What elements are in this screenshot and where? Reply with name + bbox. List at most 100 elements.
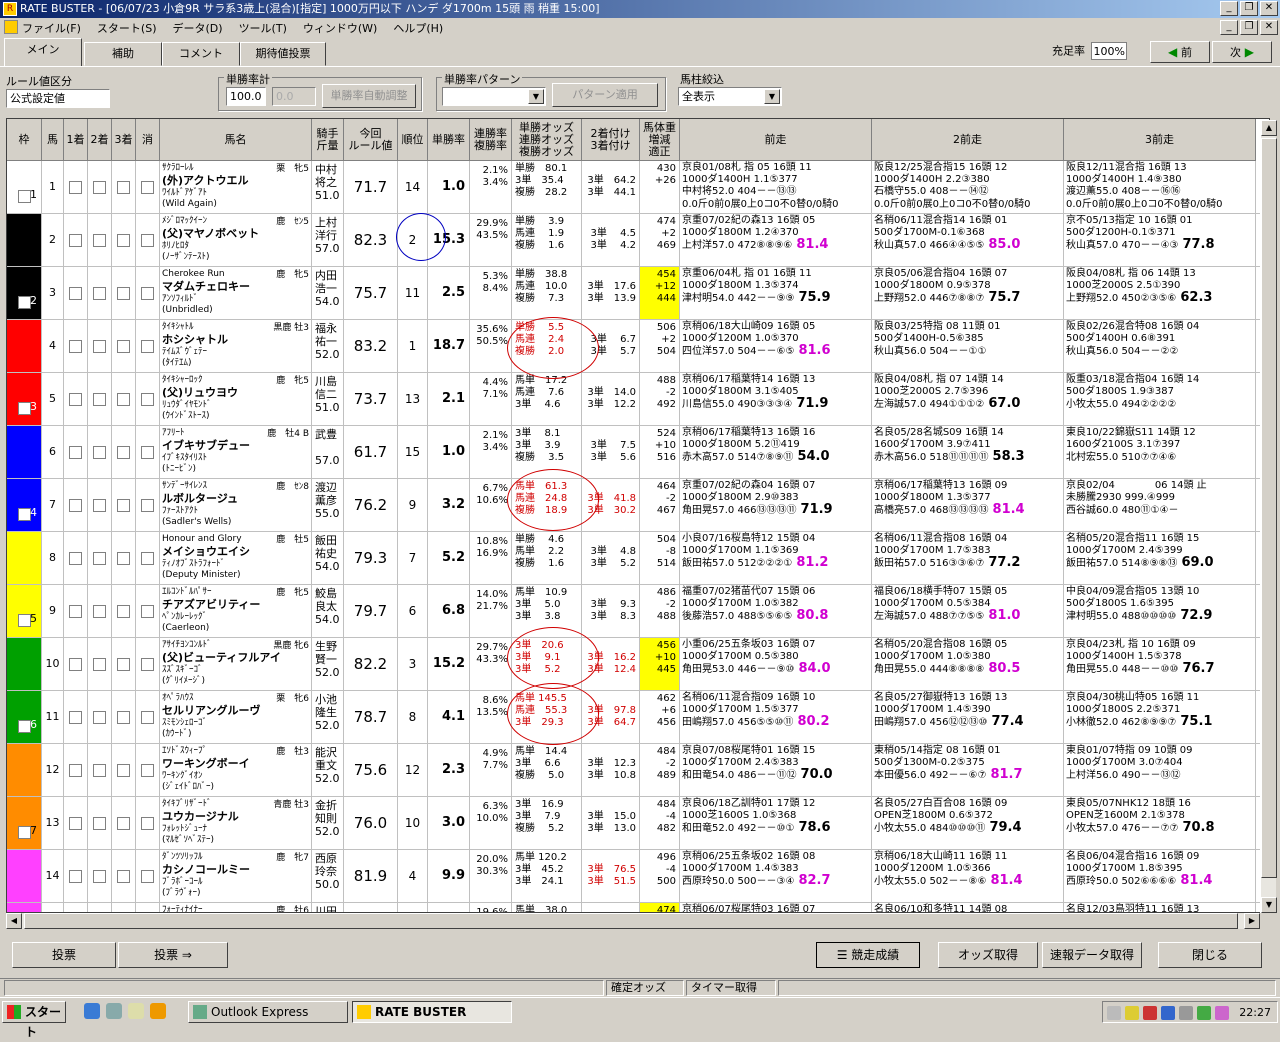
pick-1st-checkbox[interactable] [69, 869, 82, 883]
next-button[interactable]: 次 ▶ [1212, 41, 1272, 63]
mdi-restore-button[interactable]: ❐ [1240, 20, 1258, 35]
3rd-last-race-cell[interactable]: 東良10/22錦嶽S11 14頭 12 1600ダ2100S 3.1⑦397 北… [1064, 426, 1256, 478]
horse-name-cell[interactable]: ﾀｲｷﾌﾞﾘｻﾞｰﾄﾞ 青鹿 牡3 ユウカージナル ﾌｫﾚｯﾄｼﾞｭｰﾅ (ﾏﾙｾﾞｿﾍ… [160, 797, 312, 849]
horse-name-cell[interactable]: ﾒｼﾞﾛﾏｯｸｲｰﾝ鹿 ｾﾝ5 (父)マヤノボベット ﾎﾘﾉﾋﾛﾀ (ﾉｰｻﾞﾝﾃｰｽ… [160, 214, 312, 266]
horse-name-cell[interactable]: ﾀｲｷｼｬｰﾛｯｸ鹿 牝5 (父)リュウヨウ ﾘｭｳﾀﾞｲﾔﾓﾝﾄﾞ (ｳｲﾝﾄﾞｽﾄ… [160, 373, 312, 425]
3rd-last-race-cell[interactable]: 京良04/30桃山特05 16頭 11 1000ダ1800S 2.2⑤371 小… [1064, 691, 1256, 743]
tray-icon[interactable] [1179, 1006, 1193, 1020]
horizontal-scrollbar[interactable]: ◀ ▶ [6, 913, 1260, 929]
pick-1st-checkbox[interactable] [69, 710, 82, 724]
outlook-icon[interactable] [106, 1003, 122, 1019]
pick-2nd-checkbox[interactable] [93, 392, 106, 406]
3rd-last-race-cell[interactable]: 名稍05/20混合指11 16頭 15 1000ダ1700M 2.4⑤399 飯… [1064, 532, 1256, 584]
table-row[interactable]: 14 ﾀﾞﾝﾂｿﾘｯﾌﾙ鹿 牝7 カシノコールミー ﾌﾞﾗﾎﾞｰｺｰﾙ (ﾌﾞﾗｳﾞｫｰ… [7, 850, 1269, 903]
col-place-rate-header[interactable]: 連勝率 複勝率 [470, 119, 512, 160]
3rd-last-race-cell[interactable]: 京良04/23札 指 10 16頭 09 1000ダ1400H 1.5⑤378 … [1064, 638, 1256, 690]
taskbar-rate-buster[interactable]: RATE BUSTER [352, 1001, 512, 1023]
pick-3rd-checkbox[interactable] [117, 657, 130, 671]
col-2nd-3rd-header[interactable]: 2着付け 3着付け [582, 119, 640, 160]
last-race-cell[interactable]: 京重06/04札 指 01 16頭 11 1000ダ1800M 1.3⑤374 … [680, 267, 872, 319]
horse-name-cell[interactable]: ﾌｫｰﾃｨﾅｲﾅｰ鹿 牡6 [160, 903, 312, 912]
table-row[interactable]: 1 1 ｻｸﾗﾛｰﾚﾙ栗 牝5 (外)アクトウエル ﾜｲﾙﾄﾞｱｹﾞｱﾄ (Wild Ag… [7, 161, 1269, 214]
table-row[interactable]: 10 ｱｻｲﾁﾖﾝｺﾝﾙﾄﾞ 黒鹿 牝6 (父)ビューティフルアイ ｽｽﾞｽｷﾞｰｺﾞ(… [7, 638, 1269, 691]
pick-scratch-checkbox[interactable] [141, 657, 154, 671]
scroll-left-icon[interactable]: ◀ [6, 913, 22, 929]
3rd-last-race-cell[interactable]: 京良02/04 06 14頭 止 未勝騰2930 999.④999 西谷誠60.… [1064, 479, 1256, 531]
tray-icon[interactable] [1197, 1006, 1211, 1020]
col-waku-header[interactable]: 枠 [7, 119, 42, 160]
col-number-header[interactable]: 馬 [42, 119, 64, 160]
pick-1st-checkbox[interactable] [69, 763, 82, 777]
antivirus-icon[interactable] [1143, 1006, 1157, 1020]
mdi-close-button[interactable]: ✕ [1260, 20, 1278, 35]
3rd-last-race-cell[interactable]: 名良12/03鳥羽特11 16頭 13 [1064, 903, 1256, 912]
last-race-cell[interactable]: 京稍06/07桜尾特03 16頭 07 [680, 903, 872, 912]
tab-comment[interactable]: コメント [162, 42, 240, 66]
last-race-cell[interactable]: 京良01/08札 指 05 16頭 11 1000ダ1400H 1.1⑤377 … [680, 161, 872, 213]
pick-2nd-checkbox[interactable] [93, 551, 106, 565]
pick-1st-checkbox[interactable] [69, 445, 82, 459]
col-horse-name-header[interactable]: 馬名 [160, 119, 312, 160]
2nd-last-race-cell[interactable]: 阪良12/25混合指15 16頭 12 1000ダ1400H 2.2③380 石… [872, 161, 1064, 213]
table-row[interactable]: 3 5 ﾀｲｷｼｬｰﾛｯｸ鹿 牝5 (父)リュウヨウ ﾘｭｳﾀﾞｲﾔﾓﾝﾄﾞ (ｳｲﾝﾄﾞ… [7, 373, 1269, 426]
pick-1st-checkbox[interactable] [69, 551, 82, 565]
3rd-last-race-cell[interactable]: 東良01/07特指 09 10頭 09 1000ダ1700M 3.0⑦404 上… [1064, 744, 1256, 796]
volume-icon[interactable] [1107, 1006, 1121, 1020]
pick-scratch-checkbox[interactable] [141, 710, 154, 724]
last-race-cell[interactable]: 京稍06/18大山崎09 16頭 05 1000ダ1200M 1.0⑤370 四… [680, 320, 872, 372]
2nd-last-race-cell[interactable]: 名稍05/20混合指08 16頭 05 1000ダ1700M 1.0⑤380 角… [872, 638, 1064, 690]
pick-1st-checkbox[interactable] [69, 339, 82, 353]
pick-scratch-checkbox[interactable] [141, 180, 154, 194]
col-jockey-header[interactable]: 騎手 斤量 [312, 119, 344, 160]
pick-2nd-checkbox[interactable] [93, 445, 106, 459]
pick-scratch-checkbox[interactable] [141, 286, 154, 300]
waku-checkbox[interactable] [17, 720, 31, 733]
scroll-right-icon[interactable]: ▶ [1244, 913, 1260, 929]
pick-scratch-checkbox[interactable] [141, 233, 154, 247]
filter-select[interactable]: 全表示 ▼ [678, 87, 782, 106]
last-race-cell[interactable]: 京稍06/17稲葉特13 16頭 16 1000ダ1800M 5.2⑪419 赤… [680, 426, 872, 478]
taskbar-outlook-express[interactable]: Outlook Express [188, 1001, 348, 1023]
menu-start[interactable]: スタート(S) [97, 20, 157, 36]
2nd-last-race-cell[interactable]: 京良05/06混合指04 16頭 07 1000ダ1800M 0.9⑤378 上… [872, 267, 1064, 319]
2nd-last-race-cell[interactable]: 名良06/10和多特11 14頭 08 [872, 903, 1064, 912]
table-row[interactable]: 7 13 ﾀｲｷﾌﾞﾘｻﾞｰﾄﾞ 青鹿 牡3 ユウカージナル ﾌｫﾚｯﾄｼﾞｭｰﾅ (ﾏﾙｾ… [7, 797, 1269, 850]
tab-main[interactable]: メイン [4, 38, 82, 66]
horse-name-cell[interactable]: ｴｿﾄﾞｽｳｨｰﾌﾟ鹿 牡3 ワーキングボーイ ﾜｰｷﾝｸﾞｲｵﾝ (ｼﾞｪｲﾄﾞﾛﾊ… [160, 744, 312, 796]
tray-icon[interactable] [1215, 1006, 1229, 1020]
winrate-input[interactable]: 100.0 [226, 87, 266, 106]
last-race-cell[interactable]: 京良06/18乙訓特01 17頭 12 1000芝1600S 1.0⑤368 和… [680, 797, 872, 849]
3rd-last-race-cell[interactable]: 阪良04/08札 指 06 14頭 13 1000芝2000S 2.5①390 … [1064, 267, 1256, 319]
col-odds-header[interactable]: 単勝オッズ 連勝オッズ 複勝オッズ [512, 119, 582, 160]
pick-1st-checkbox[interactable] [69, 498, 82, 512]
tab-auxiliary[interactable]: 補助 [84, 42, 162, 66]
pick-2nd-checkbox[interactable] [93, 763, 106, 777]
close-button[interactable]: ✕ [1260, 1, 1278, 16]
col-2nd-header[interactable]: 2着 [88, 119, 112, 160]
3rd-last-race-cell[interactable]: 阪良02/26混合特08 16頭 04 500ダ1400H 0.6⑧391 秋山… [1064, 320, 1256, 372]
last-race-cell[interactable]: 京重07/02紀の森13 16頭 05 1000ダ1800M 1.2④370 上… [680, 214, 872, 266]
pick-scratch-checkbox[interactable] [141, 392, 154, 406]
waku-checkbox[interactable] [17, 402, 31, 415]
pick-scratch-checkbox[interactable] [141, 604, 154, 618]
waku-checkbox[interactable] [17, 826, 31, 839]
table-row[interactable]: 4 7 ｻﾝﾃﾞｰｻｲﾚﾝｽ鹿 ｾﾝ8 ルボルタージュ ﾌｧｰｽﾄｱｸﾄ (Sadler'… [7, 479, 1269, 532]
tray-icon[interactable] [1161, 1006, 1175, 1020]
3rd-last-race-cell[interactable]: 中良04/09混合指05 13頭 10 500ダ1800S 1.6⑤395 津村… [1064, 585, 1256, 637]
horse-name-cell[interactable]: ﾀｲｷｼｬﾄﾙ 黒鹿 牡3 ホシシャトル ﾃｲﾑｽﾞｳﾞｪﾃｰ (ﾀｲﾃｴﾑ) [160, 320, 312, 372]
horse-name-cell[interactable]: ｱｻｲﾁﾖﾝｺﾝﾙﾄﾞ 黒鹿 牝6 (父)ビューティフルアイ ｽｽﾞｽｷﾞｰｺﾞ (ｸﾞ… [160, 638, 312, 690]
table-row[interactable]: 6 11 ｵﾍﾟﾗﾊｳｽ栗 牝6 セルリアングルーヴ ｽﾐﾓﾝｼｪﾛｰｺﾞ (ｶｳｰﾄﾞ)… [7, 691, 1269, 744]
pick-2nd-checkbox[interactable] [93, 339, 106, 353]
pick-2nd-checkbox[interactable] [93, 180, 106, 194]
table-row[interactable]: 12 ｴｿﾄﾞｽｳｨｰﾌﾟ鹿 牡3 ワーキングボーイ ﾜｰｷﾝｸﾞｲｵﾝ (ｼﾞｪｲﾄﾞ… [7, 744, 1269, 797]
minimize-button[interactable]: _ [1220, 1, 1238, 16]
horse-name-cell[interactable]: ｱﾌﾘｰﾄ鹿 牡4 B イブキサブデュー ｲﾌﾞｷｽﾀｲﾘｽﾄ (ﾄﾆｰﾋﾞﾝ) [160, 426, 312, 478]
vote-forward-button[interactable]: 投票 ⇒ [118, 942, 228, 968]
pick-1st-checkbox[interactable] [69, 180, 82, 194]
2nd-last-race-cell[interactable]: 名良05/27白百合08 16頭 09 OPEN芝1800M 0.6⑤372 小… [872, 797, 1064, 849]
waku-checkbox[interactable] [17, 296, 31, 309]
restore-button[interactable]: ❐ [1240, 1, 1258, 16]
last-race-cell[interactable]: 京稍06/25五条坂02 16頭 08 1000ダ1700M 1.4⑤383 西… [680, 850, 872, 902]
last-race-cell[interactable]: 小良07/16桜島特12 15頭 04 1000ダ1700M 1.1⑤369 飯… [680, 532, 872, 584]
waku-checkbox[interactable] [17, 614, 31, 627]
